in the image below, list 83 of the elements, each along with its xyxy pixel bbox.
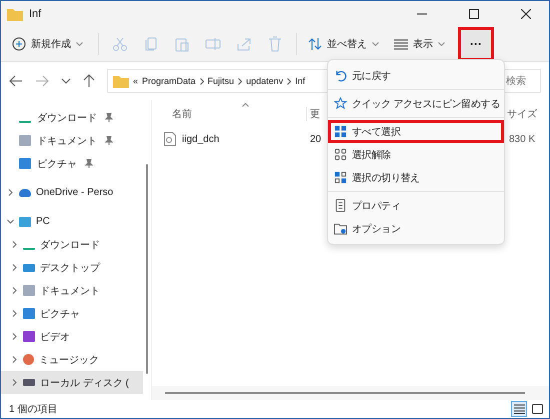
chevron-right-icon[interactable] — [11, 241, 18, 248]
star-icon — [334, 97, 347, 110]
chevron-right-icon[interactable] — [11, 379, 18, 386]
trash-icon — [267, 36, 283, 52]
sort-arrows-icon — [308, 37, 322, 51]
pin-icon — [105, 113, 113, 122]
scissors-icon — [112, 36, 128, 52]
new-button[interactable]: 新規作成 — [7, 33, 88, 55]
settings-file-icon — [164, 132, 176, 146]
sidebar-item[interactable]: ピクチャ — [37, 156, 77, 170]
folder-icon — [7, 7, 23, 21]
chevron-right-icon[interactable] — [7, 189, 14, 196]
chevron-down-icon — [76, 42, 83, 46]
sidebar-item[interactable]: ピクチャ — [40, 306, 80, 320]
chevron-right-icon — [200, 78, 204, 84]
chevron-right-icon[interactable] — [11, 333, 18, 340]
rename-icon — [205, 36, 221, 52]
plus-circle-icon — [12, 37, 26, 51]
chevron-down-icon[interactable] — [7, 218, 14, 225]
folder-icon — [113, 74, 129, 88]
sidebar-item[interactable]: デスクトップ — [40, 260, 100, 274]
tiles-view-button[interactable] — [529, 401, 545, 417]
menu-item[interactable]: オプション — [328, 217, 504, 240]
path-crumb[interactable]: Fujitsu — [208, 76, 234, 86]
folder-settings-icon — [334, 222, 347, 235]
chevron-right-icon — [238, 78, 242, 84]
more-options-button[interactable]: ··· — [461, 30, 491, 58]
chevron-right-icon[interactable] — [11, 287, 18, 294]
sidebar-item[interactable]: ミュージック — [39, 352, 99, 366]
menu-item[interactable]: 選択解除 — [328, 143, 504, 166]
chevron-down-icon — [438, 42, 445, 46]
chevron-right-icon[interactable] — [11, 310, 18, 317]
sidebar-item[interactable]: OneDrive - Perso — [36, 187, 114, 198]
grid-icon — [334, 148, 347, 161]
sidebar-item[interactable]: ドキュメント — [37, 134, 97, 148]
path-crumb[interactable]: ProgramData — [142, 76, 196, 86]
menu-item[interactable]: すべて選択 — [328, 120, 504, 143]
details-view-button[interactable] — [511, 401, 527, 417]
chevron-down-icon[interactable] — [61, 78, 71, 84]
menu-item[interactable]: 選択の切り替え — [328, 166, 504, 189]
pin-icon — [85, 159, 93, 168]
menu-item[interactable]: クイック アクセスにピン留めする — [328, 92, 504, 115]
sidebar-item[interactable]: ダウンロード — [37, 110, 97, 124]
close-icon — [521, 9, 531, 19]
chevron-right-icon[interactable] — [11, 356, 18, 363]
sort-caret-icon — [242, 103, 249, 107]
view-button[interactable]: 表示 — [389, 33, 450, 55]
sort-button[interactable]: 並べ替え — [303, 33, 384, 55]
maximize-icon — [469, 9, 479, 19]
chevron-down-icon — [372, 42, 379, 46]
sidebar-item[interactable]: ビデオ — [40, 330, 70, 344]
status-text: 1 個の項目 — [9, 403, 58, 416]
lines-icon — [394, 38, 408, 50]
square-icon — [532, 404, 542, 414]
grid-icon — [334, 125, 347, 138]
menu-item[interactable]: プロパティ — [328, 194, 504, 217]
back-arrow-icon[interactable] — [9, 75, 23, 87]
undo-icon — [334, 69, 347, 82]
overflow-crumb[interactable]: « — [133, 76, 138, 86]
path-crumb[interactable]: updatenv — [246, 76, 284, 86]
minimize-icon — [417, 13, 427, 15]
sidebar-item[interactable]: ダウンロード — [40, 238, 100, 252]
grid-icon — [334, 171, 347, 184]
share-icon — [236, 36, 252, 52]
chevron-right-icon — [287, 78, 292, 84]
chevron-right-icon[interactable] — [11, 264, 18, 271]
paste-icon — [174, 36, 190, 52]
lines-icon — [514, 404, 524, 414]
table-cell-text: 830 K — [508, 134, 536, 144]
scrollbar-thumb[interactable] — [146, 164, 148, 374]
window-title: Inf — [29, 8, 42, 20]
sidebar-item[interactable]: PC — [36, 216, 50, 227]
file-name[interactable]: iigd_dch — [182, 134, 220, 144]
sidebar-item[interactable]: ローカル ディスク ( — [40, 376, 129, 390]
table-cell-text: 20 — [309, 134, 322, 144]
copy-icon — [143, 36, 159, 52]
pin-icon — [105, 136, 113, 145]
path-crumb[interactable]: Inf — [295, 76, 306, 86]
sidebar-item[interactable]: ドキュメント — [40, 284, 100, 298]
scrollbar-thumb[interactable] — [165, 392, 525, 394]
column-header[interactable]: 名前 — [152, 107, 306, 121]
cloud-icon — [19, 188, 31, 196]
up-arrow-icon[interactable] — [83, 74, 95, 88]
